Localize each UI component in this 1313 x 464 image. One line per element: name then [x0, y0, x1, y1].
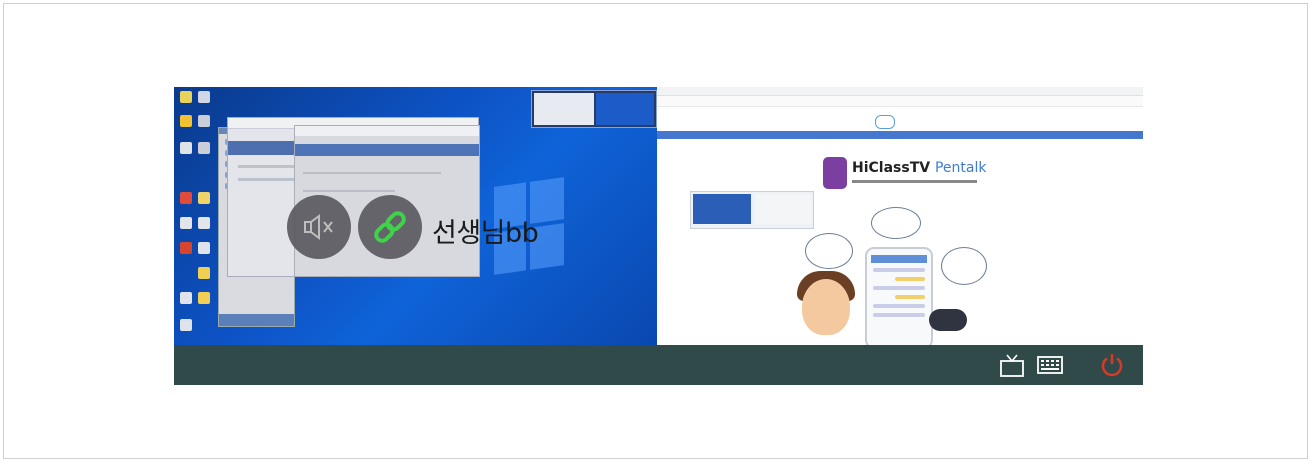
- screen-share-view: 선생님bb HiClassTV Pentalk: [174, 87, 1143, 385]
- desktop-icon[interactable]: [198, 217, 210, 229]
- link-icon: [374, 211, 406, 243]
- desktop-icon[interactable]: [198, 192, 210, 204]
- robot-illustration: [929, 309, 967, 331]
- desktop-icon[interactable]: [180, 217, 192, 229]
- shared-browser-screen[interactable]: HiClassTV Pentalk: [657, 87, 1143, 345]
- window-text-line: [303, 190, 395, 192]
- mute-button[interactable]: [287, 195, 351, 259]
- chat-message: [895, 277, 925, 281]
- window-text-line: [303, 172, 441, 174]
- screenshot-preview: [690, 191, 814, 229]
- desktop-icon[interactable]: [198, 292, 210, 304]
- speaker-muted-icon: [304, 214, 333, 240]
- speech-bubble: [805, 233, 853, 269]
- desktop-icon[interactable]: [198, 142, 210, 154]
- window-titlebar: [295, 126, 479, 136]
- phone-illustration: [865, 247, 933, 345]
- tv-icon: [1000, 354, 1024, 377]
- browser-address-bar[interactable]: [657, 96, 1143, 107]
- browser-bookmarks-bar: [657, 107, 1143, 113]
- window-toolbar: [295, 144, 479, 156]
- chat-message: [873, 286, 925, 290]
- tv-button[interactable]: [998, 351, 1026, 379]
- desktop-icon[interactable]: [180, 319, 192, 331]
- thumbnail[interactable]: [596, 93, 654, 125]
- chat-message: [873, 313, 925, 317]
- desktop-icon[interactable]: [198, 242, 210, 254]
- screen-thumbnails[interactable]: [531, 90, 657, 128]
- thumbnail[interactable]: [534, 93, 594, 125]
- pentalk-logo-icon: [823, 157, 847, 189]
- power-button[interactable]: [1098, 351, 1126, 379]
- chat-message: [873, 304, 925, 308]
- keyboard-button[interactable]: [1036, 351, 1064, 379]
- participant-name: 선생님bb: [432, 218, 539, 249]
- desktop-icon[interactable]: [180, 115, 192, 127]
- panel-footer: [219, 314, 294, 326]
- speech-bubble: [871, 207, 921, 239]
- keyboard-icon: [1037, 356, 1063, 374]
- preview-pane: [693, 194, 751, 224]
- brand-title-main: HiClassTV: [852, 160, 931, 176]
- site-navigation-bar[interactable]: [657, 131, 1143, 139]
- phone-header: [871, 255, 927, 263]
- dialog-frame: 선생님bb HiClassTV Pentalk: [3, 3, 1308, 459]
- desktop-icon[interactable]: [180, 242, 192, 254]
- chat-message: [895, 295, 925, 299]
- desktop-icon[interactable]: [180, 142, 192, 154]
- browser-tabstrip[interactable]: [657, 87, 1143, 96]
- brand-tagline: [852, 180, 977, 183]
- brand-title: HiClassTV Pentalk: [852, 160, 986, 176]
- desktop-icon[interactable]: [198, 267, 210, 279]
- desktop-icon[interactable]: [180, 192, 192, 204]
- power-icon: [1101, 354, 1123, 377]
- preview-pane: [755, 194, 811, 224]
- desktop-icon[interactable]: [198, 115, 210, 127]
- link-button[interactable]: [358, 195, 422, 259]
- desktop-icon[interactable]: [198, 91, 210, 103]
- desktop-icon[interactable]: [180, 292, 192, 304]
- speech-bubble: [941, 247, 987, 285]
- character-face: [802, 279, 850, 335]
- bottom-toolbar: [174, 345, 1143, 385]
- brand-title-sub: Pentalk: [934, 160, 987, 176]
- shared-desktop-screen[interactable]: 선생님bb: [174, 87, 657, 345]
- chat-message: [873, 268, 925, 272]
- desktop-icon[interactable]: [180, 91, 192, 103]
- site-logo[interactable]: [875, 115, 895, 129]
